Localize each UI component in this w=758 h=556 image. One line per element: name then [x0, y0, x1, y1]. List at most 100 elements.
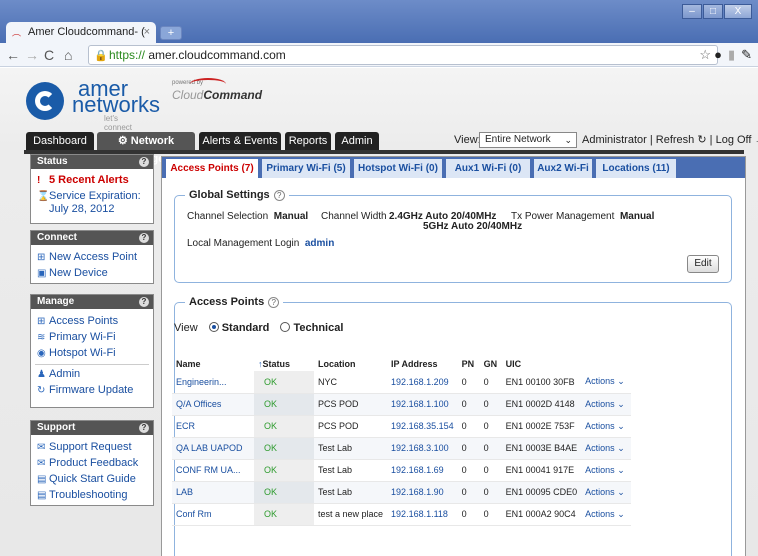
refresh-icon[interactable]: ↻ — [697, 134, 706, 146]
ap-name[interactable]: Q/A Offices — [172, 393, 254, 416]
ap-name[interactable]: QA LAB UAPOD — [172, 437, 254, 460]
sidebar-item-product-feedback[interactable]: ✉ Product Feedback — [31, 457, 153, 470]
actions-menu[interactable]: Actions ⌄ — [581, 459, 632, 482]
wrench-icon[interactable]: ✎ — [741, 47, 752, 63]
table-row[interactable]: Conf Rm OK test a new place 192.168.1.11… — [172, 503, 632, 526]
ap-name[interactable]: Conf Rm — [172, 503, 254, 526]
maximize-icon[interactable]: □ — [703, 4, 723, 19]
help-icon[interactable]: ? — [139, 423, 149, 433]
ap-status: OK — [254, 393, 314, 416]
table-row[interactable]: Q/A Offices OK PCS POD 192.168.1.100 0 0… — [172, 393, 632, 416]
address-bar[interactable]: 🔒 https:// amer.cloudcommand.com ☆ — [88, 45, 718, 65]
service-expiration[interactable]: ⌛ Service Expiration: July 28, 2012 — [31, 190, 153, 216]
help-icon[interactable]: ? — [268, 297, 280, 308]
tab-hotspot-wifi[interactable]: Hotspot Wi-Fi (0) — [354, 159, 442, 178]
table-row[interactable]: LAB OK Test Lab 192.168.1.90 0 0 EN1 000… — [172, 481, 632, 504]
new-tab-button[interactable]: + — [160, 26, 182, 40]
col-name[interactable]: Name — [172, 357, 254, 371]
help-icon[interactable]: ? — [139, 233, 149, 243]
ap-ip[interactable]: 192.168.1.69 — [387, 459, 458, 482]
tab-alerts-events[interactable]: Alerts & Events — [199, 132, 281, 150]
sidebar-item-new-device[interactable]: ▣ New Device — [31, 267, 153, 280]
table-row[interactable]: QA LAB UAPOD OK Test Lab 192.168.3.100 0… — [172, 437, 632, 460]
ap-ip[interactable]: 192.168.1.118 — [387, 503, 458, 526]
radio-technical[interactable] — [280, 322, 291, 332]
tab-close-icon[interactable]: × — [144, 22, 150, 43]
tab-reports[interactable]: Reports — [285, 132, 331, 150]
sidebar-item-firmware-update[interactable]: ↻ Firmware Update — [31, 384, 153, 397]
cc-cloud: Cloud — [172, 88, 204, 102]
table-row[interactable]: ECR OK PCS POD 192.168.35.154 0 0 EN1 00… — [172, 415, 632, 438]
window-close-icon[interactable]: X — [724, 4, 752, 19]
table-row[interactable]: Engineerin... OK NYC 192.168.1.209 0 0 E… — [172, 371, 632, 394]
table-row[interactable]: CONF RM UA... OK Test Lab 192.168.1.69 0… — [172, 459, 632, 482]
help-icon[interactable]: ? — [139, 297, 149, 307]
actions-menu[interactable]: Actions ⌄ — [581, 371, 632, 394]
actions-menu[interactable]: Actions ⌄ — [581, 415, 632, 438]
col-uic[interactable]: UIC — [502, 357, 582, 371]
manage-header: Manage? — [31, 295, 153, 309]
reload-icon[interactable]: C — [44, 46, 54, 64]
minimize-icon[interactable]: – — [682, 4, 702, 19]
col-status[interactable]: ↑Status — [254, 357, 314, 371]
access-point-icon: ⊞ — [37, 252, 46, 263]
bookmark-star-icon[interactable]: ☆ — [699, 46, 711, 64]
actions-label: Actions — [585, 442, 615, 453]
actions-menu[interactable]: Actions ⌄ — [581, 481, 632, 504]
tab-locations[interactable]: Locations (11) — [596, 159, 676, 178]
browser-tab[interactable]: ⌒ Amer Cloudcommand- ( × — [6, 22, 156, 43]
sidebar-support: Support? ✉ Support Request ✉ Product Feedb… — [30, 420, 154, 506]
help-icon[interactable]: ? — [273, 190, 285, 201]
access-point-icon: ⊞ — [37, 316, 46, 327]
signal-icon[interactable]: ▮ — [728, 47, 735, 63]
col-gn[interactable]: GN — [480, 357, 502, 371]
help-icon[interactable]: ? — [139, 157, 149, 167]
ap-ip[interactable]: 192.168.1.100 — [387, 393, 458, 416]
chevron-down-icon: ⌄ — [617, 420, 625, 431]
tab-dashboard[interactable]: Dashboard — [26, 132, 94, 150]
new-device-label: New Device — [49, 267, 108, 279]
ap-ip[interactable]: 192.168.1.90 — [387, 481, 458, 504]
ap-name[interactable]: ECR — [172, 415, 254, 438]
sidebar-item-admin[interactable]: ♟ Admin — [31, 368, 153, 381]
col-ip[interactable]: IP Address — [387, 357, 458, 371]
ap-ip[interactable]: 192.168.3.100 — [387, 437, 458, 460]
ap-gn: 0 — [479, 503, 502, 526]
view-toggle-label: View — [174, 322, 198, 334]
logoff-icon[interactable]: → — [755, 134, 758, 146]
ap-ip[interactable]: 192.168.35.154 — [387, 415, 458, 438]
chevron-down-icon: ⌄ — [617, 508, 625, 519]
edit-button[interactable]: Edit — [687, 255, 719, 273]
sidebar-item-new-access-point[interactable]: ⊞ New Access Point — [31, 251, 153, 264]
tab-admin[interactable]: Admin — [335, 132, 379, 150]
sidebar-item-troubleshooting[interactable]: ▤ Troubleshooting — [31, 489, 153, 502]
sidebar-item-quick-start[interactable]: ▤ Quick Start Guide — [31, 473, 153, 486]
back-icon[interactable]: ← — [6, 46, 20, 64]
actions-menu[interactable]: Actions ⌄ — [581, 437, 632, 460]
recent-alerts-link[interactable]: ! 5 Recent Alerts — [31, 174, 153, 187]
ap-name[interactable]: LAB — [172, 481, 254, 504]
tab-aux2-wifi[interactable]: Aux2 Wi-Fi — [534, 159, 592, 178]
ap-name[interactable]: Engineerin... — [172, 371, 254, 394]
actions-menu[interactable]: Actions ⌄ — [581, 393, 632, 416]
col-pn[interactable]: PN — [458, 357, 480, 371]
home-icon[interactable]: ⌂ — [64, 46, 72, 64]
extension-icon[interactable]: ● — [714, 47, 722, 63]
tab-aux1-wifi[interactable]: Aux1 Wi-Fi (0) — [446, 159, 530, 178]
tab-network-manager[interactable]: ⚙ Network Manager — [97, 132, 195, 165]
tab-primary-wifi[interactable]: Primary Wi-Fi (5) — [262, 159, 350, 178]
forward-icon[interactable]: → — [25, 46, 39, 64]
sidebar-item-primary-wifi[interactable]: ≋ Primary Wi-Fi — [31, 331, 153, 344]
sidebar-item-hotspot-wifi[interactable]: ◉ Hotspot Wi-Fi — [31, 347, 153, 360]
logoff-link[interactable]: Log Off — [716, 134, 752, 146]
tab-access-points[interactable]: Access Points (7) — [166, 159, 258, 178]
ap-name[interactable]: CONF RM UA... — [172, 459, 254, 482]
view-select[interactable]: Entire Network ⌄ — [479, 132, 577, 148]
sidebar-item-support-request[interactable]: ✉ Support Request — [31, 441, 153, 454]
ap-ip[interactable]: 192.168.1.209 — [387, 371, 458, 394]
col-location[interactable]: Location — [314, 357, 387, 371]
sidebar-item-access-points[interactable]: ⊞ Access Points — [31, 315, 153, 328]
radio-standard[interactable] — [208, 322, 219, 332]
actions-menu[interactable]: Actions ⌄ — [581, 503, 632, 526]
refresh-link[interactable]: Refresh — [656, 134, 695, 146]
